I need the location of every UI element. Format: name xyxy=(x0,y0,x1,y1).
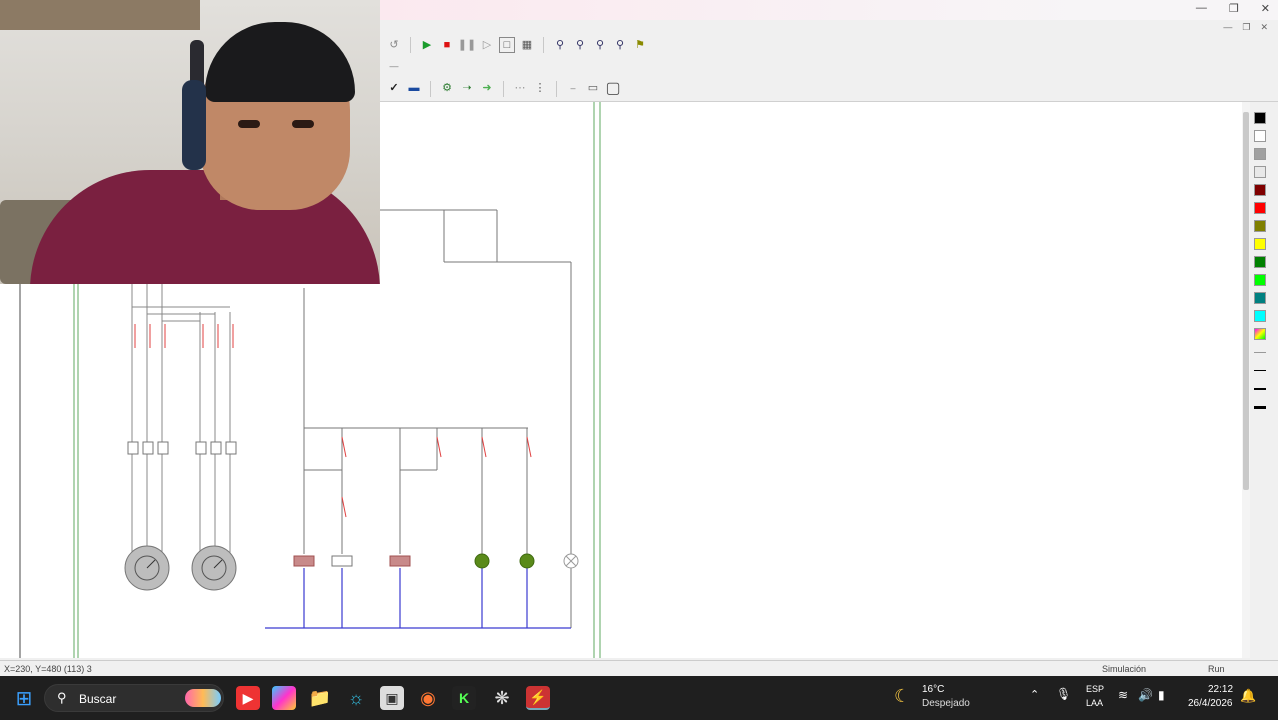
webcam-shelf xyxy=(0,0,200,30)
file-explorer-icon[interactable]: 📁 xyxy=(308,686,332,710)
battery-icon[interactable]: ▮ xyxy=(1158,688,1165,702)
taskbar: ⊞ ⚲ Buscar ▶ 📁 ☼ ▣ ◉ K ❋ ⚡ ☾ 16°C Despej… xyxy=(0,676,1278,720)
firefox-icon[interactable]: ◉ xyxy=(416,686,440,710)
status-bar: X=230, Y=480 (113) 3 Simulación Run xyxy=(0,660,1278,676)
sensor-tool-icon[interactable]: ➜ xyxy=(479,81,495,97)
search-label: Buscar xyxy=(79,692,117,706)
help-icon[interactable]: ⚑ xyxy=(632,37,648,53)
color-swatch-gray[interactable] xyxy=(1254,148,1266,160)
run-state-indicator: Run xyxy=(1208,664,1225,674)
zoom-out-icon[interactable]: ⚲ xyxy=(572,37,588,53)
wifi-icon[interactable]: ≋ xyxy=(1118,688,1128,702)
moon-icon: ☾ xyxy=(894,686,911,706)
kick-icon[interactable]: K xyxy=(452,686,476,710)
play-icon[interactable]: ▶ xyxy=(419,37,435,53)
webcam-person-eye xyxy=(238,120,260,128)
zoom-in-icon[interactable]: ⚲ xyxy=(552,37,568,53)
notification-bell-icon[interactable]: 🔔 xyxy=(1240,688,1256,704)
line-width-thin[interactable] xyxy=(1254,352,1266,353)
weather-temp: 16°C xyxy=(922,684,945,695)
doc-minimize-icon[interactable]: — xyxy=(1223,22,1232,33)
motor-symbol xyxy=(191,545,237,591)
motor-tool-icon[interactable]: ⚙ xyxy=(439,81,455,97)
clock-date[interactable]: 26/4/2026 xyxy=(1188,698,1233,709)
headphones-icon xyxy=(182,80,206,170)
cursor-coordinates: X=230, Y=480 (113) 3 xyxy=(4,664,92,674)
webcam-person-eye xyxy=(292,120,314,128)
coil-tool-icon[interactable]: ⋮ xyxy=(532,81,548,97)
color-swatch-yellow[interactable] xyxy=(1254,238,1266,250)
pneumatic-tool-icon[interactable]: ▬ xyxy=(406,81,422,97)
contact-tool-icon[interactable]: ✓ xyxy=(386,81,402,97)
language-top[interactable]: ESP xyxy=(1086,684,1104,694)
line-width-1[interactable] xyxy=(1254,370,1266,371)
microphone-icon[interactable]: 🎙 xyxy=(1056,687,1071,701)
cade-simu-icon[interactable]: ⚡ xyxy=(526,686,550,710)
doc-close-icon[interactable]: ✕ xyxy=(1260,22,1268,33)
toolbar-separator xyxy=(430,80,431,97)
step-forward-icon[interactable]: ▷ xyxy=(479,37,495,53)
line-width-2[interactable] xyxy=(1254,388,1266,390)
weather-desc: Despejado xyxy=(922,698,970,709)
color-swatch-green[interactable] xyxy=(1254,256,1266,268)
search-icon: ⚲ xyxy=(57,690,67,705)
components-toolbar: ✓ ▬ ⚙ ➝ ➜ ⋯ ⋮ – ▭ ▢ xyxy=(380,76,1278,102)
zoom-window-icon[interactable]: ▦ xyxy=(519,37,535,53)
step-back-icon[interactable]: ↺ xyxy=(386,37,402,53)
close-icon[interactable]: ✕ xyxy=(1261,2,1270,15)
maximize-icon[interactable]: ❐ xyxy=(1229,2,1239,15)
toolbar-separator xyxy=(556,80,557,97)
toolbar-separator xyxy=(410,37,411,53)
switch-tool-icon[interactable]: ➝ xyxy=(459,81,475,97)
format-toolbar: — xyxy=(380,56,1278,76)
grid-tool-icon[interactable]: ⋯ xyxy=(512,81,528,97)
title-bar-background xyxy=(380,0,1080,20)
edge-browser-icon[interactable]: ☼ xyxy=(344,686,368,710)
language-bottom[interactable]: LAA xyxy=(1086,698,1103,708)
zoom-all-icon[interactable]: ⚲ xyxy=(612,37,628,53)
copilot-icon[interactable] xyxy=(272,686,296,710)
color-swatch-olive[interactable] xyxy=(1254,220,1266,232)
color-swatch-light-gray[interactable] xyxy=(1254,166,1266,178)
scrollbar-thumb[interactable] xyxy=(1243,112,1249,490)
line-width-3[interactable] xyxy=(1254,406,1266,409)
frame-tool-icon[interactable]: ▢ xyxy=(605,80,621,97)
color-swatch-black[interactable] xyxy=(1254,112,1266,124)
line-draw-icon[interactable]: – xyxy=(565,81,581,97)
color-palette xyxy=(1250,102,1278,658)
color-swatch-teal[interactable] xyxy=(1254,292,1266,304)
clock-time[interactable]: 22:12 xyxy=(1208,684,1233,695)
mode-indicator: Simulación xyxy=(1102,664,1147,674)
color-swatch-cyan[interactable] xyxy=(1254,310,1266,322)
store-icon[interactable]: ▣ xyxy=(380,686,404,710)
simulation-toolbar: ↺ ▶ ■ ❚❚ ▷ □ ▦ ⚲ ⚲ ⚲ ⚲ ⚑ xyxy=(380,34,1278,56)
minimize-icon[interactable]: — xyxy=(1196,2,1207,15)
color-swatch-red[interactable] xyxy=(1254,202,1266,214)
color-swatch-maroon[interactable] xyxy=(1254,184,1266,196)
color-picker-icon[interactable] xyxy=(1254,328,1266,340)
color-swatch-lime[interactable] xyxy=(1254,274,1266,286)
webcam-overlay xyxy=(0,0,380,284)
color-swatch-white[interactable] xyxy=(1254,130,1266,142)
search-highlight-icon xyxy=(185,689,221,707)
app-icon-red[interactable]: ▶ xyxy=(236,686,260,710)
select-area-icon[interactable]: □ xyxy=(499,37,515,53)
chevron-up-icon[interactable]: ⌃ xyxy=(1030,688,1039,701)
document-window-controls: — ❐ ✕ xyxy=(1223,22,1268,33)
zoom-fit-icon[interactable]: ⚲ xyxy=(592,37,608,53)
search-box[interactable]: ⚲ Buscar xyxy=(44,684,224,712)
doc-restore-icon[interactable]: ❐ xyxy=(1242,22,1250,33)
volume-icon[interactable]: 🔊 xyxy=(1138,688,1153,702)
toolbar-separator xyxy=(503,80,504,97)
windows-start-icon[interactable]: ⊞ xyxy=(12,686,36,710)
motor-symbol xyxy=(124,545,170,591)
stop-icon[interactable]: ■ xyxy=(439,37,455,53)
vertical-scrollbar[interactable] xyxy=(1242,102,1250,658)
window-controls: — ❐ ✕ xyxy=(1196,2,1270,15)
rectangle-tool-icon[interactable]: ▭ xyxy=(585,81,601,97)
chatgpt-icon[interactable]: ❋ xyxy=(490,686,514,710)
toolbar-separator xyxy=(543,37,544,53)
pause-icon[interactable]: ❚❚ xyxy=(458,37,476,53)
line-tool-icon[interactable]: — xyxy=(386,58,402,74)
